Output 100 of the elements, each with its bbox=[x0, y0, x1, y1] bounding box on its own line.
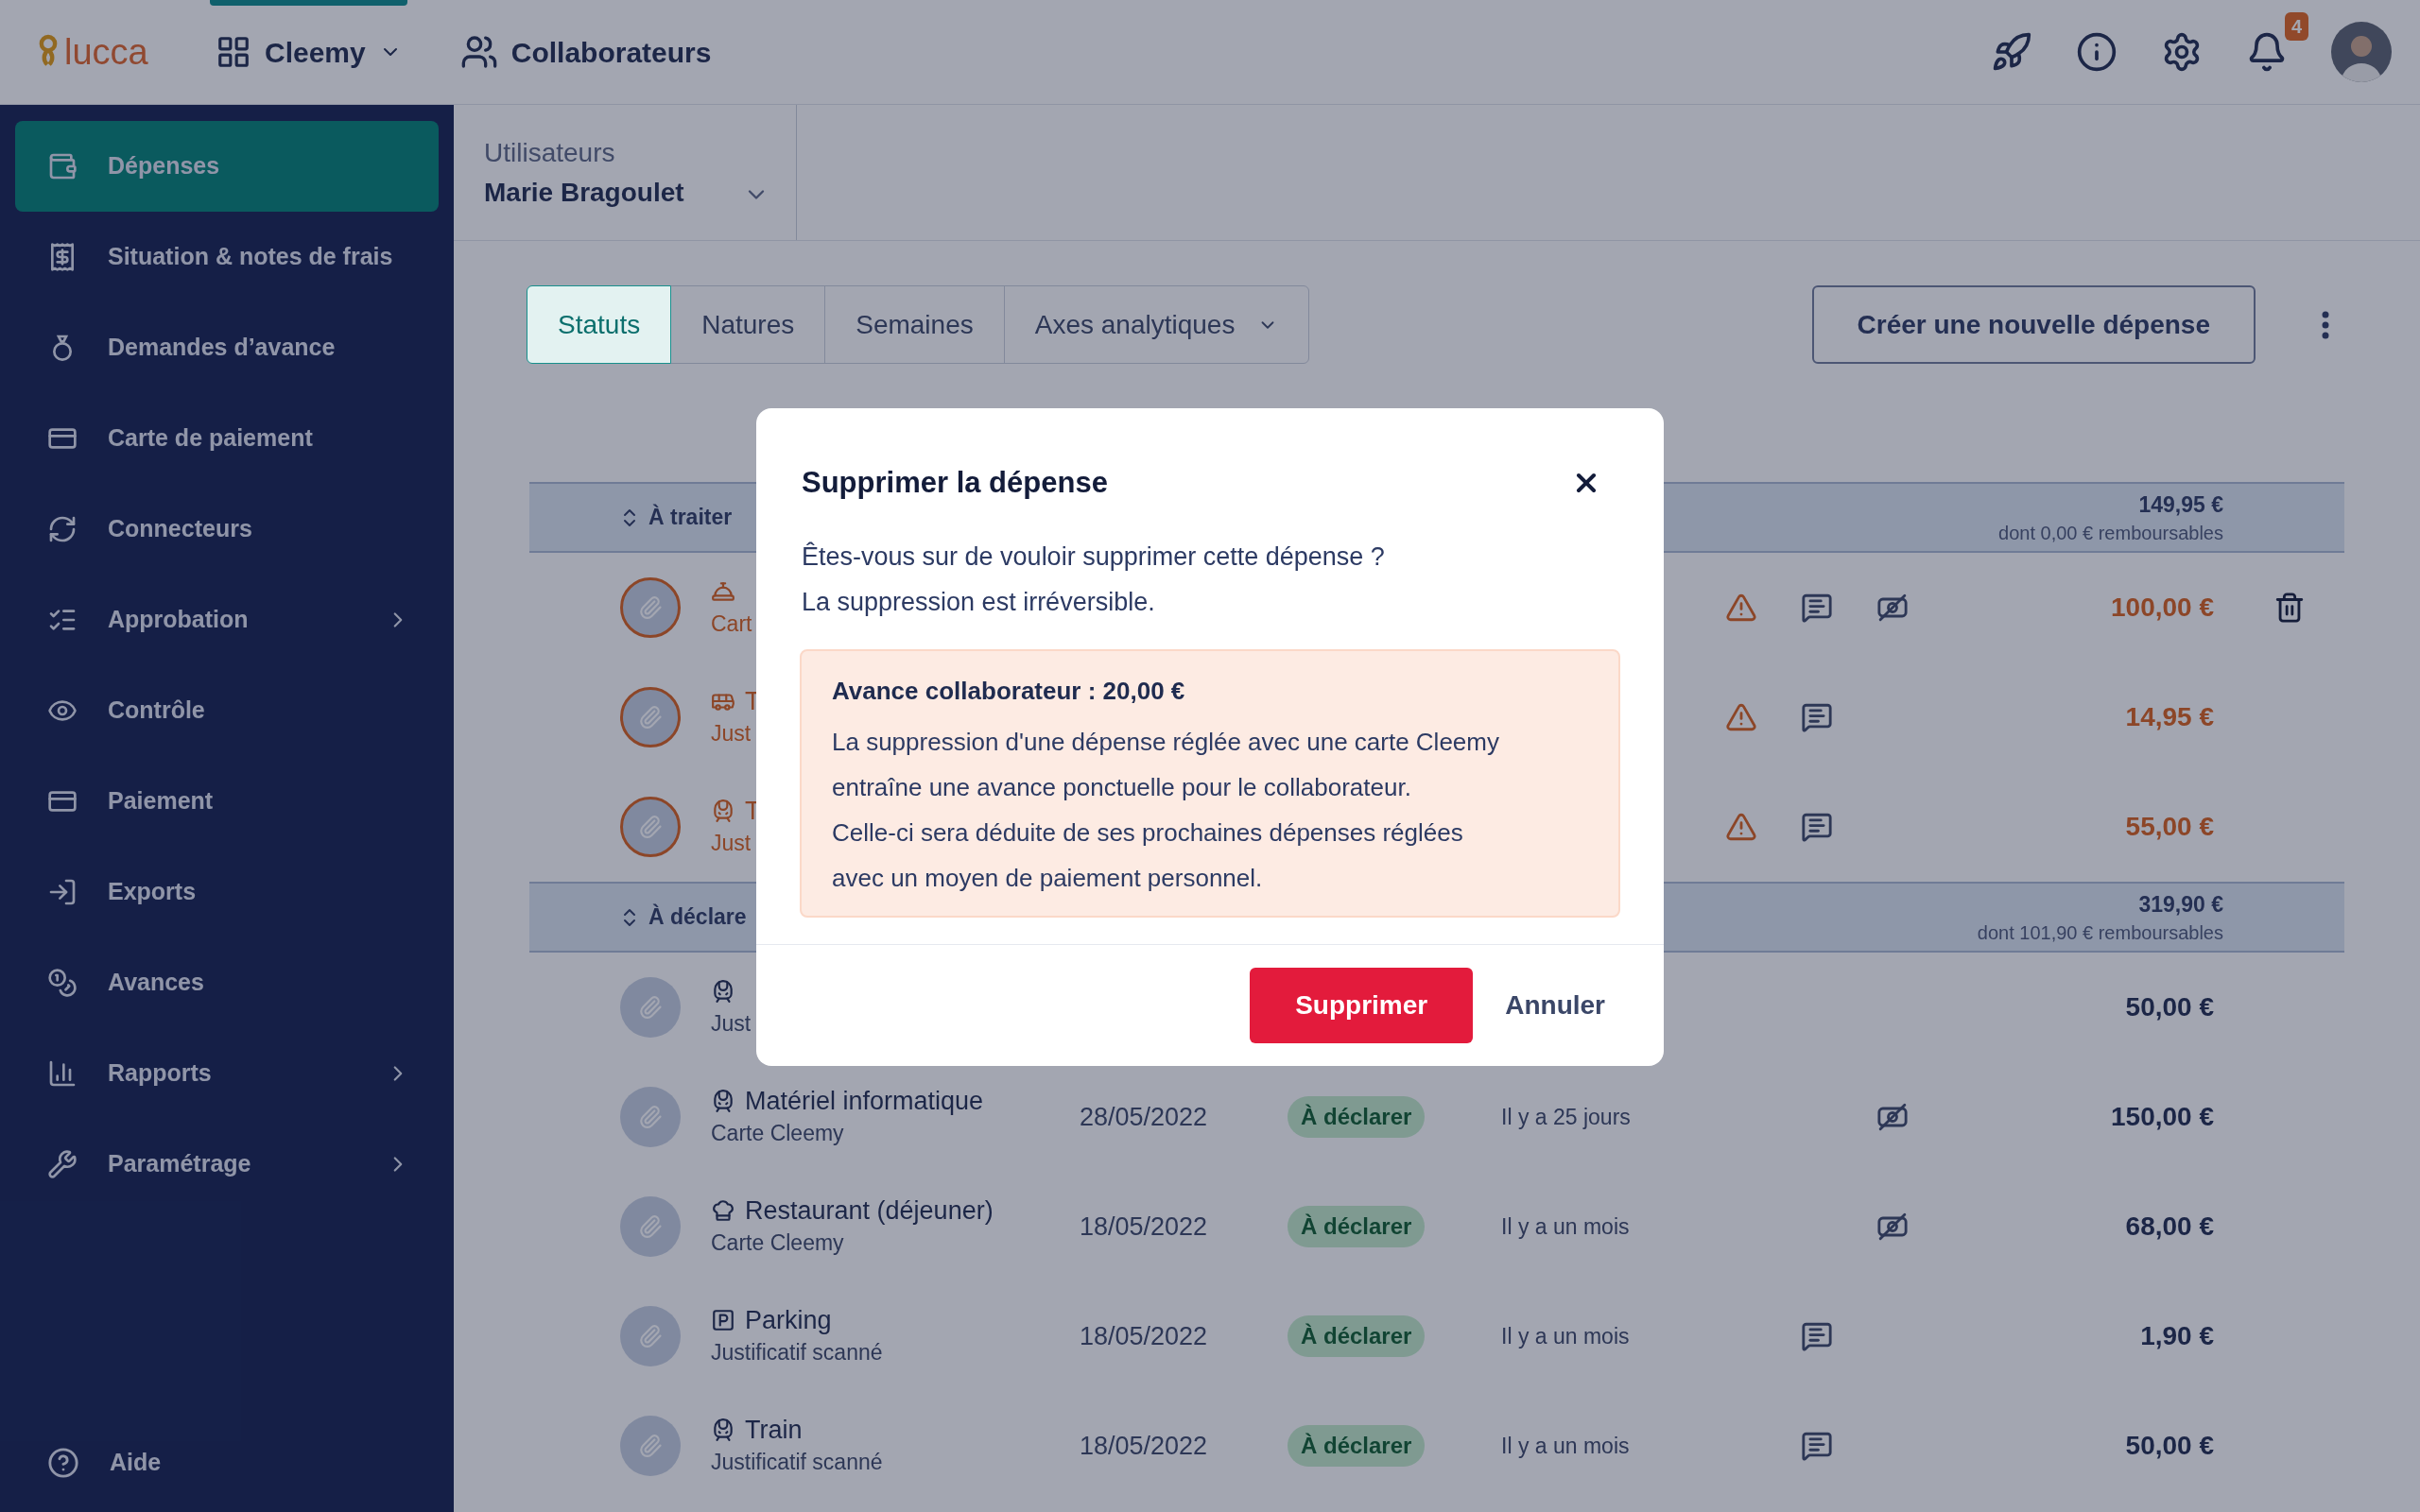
expense-source: Justificatif scanné bbox=[711, 1448, 883, 1476]
sidebar-item[interactable]: Demandes d’avance bbox=[15, 302, 439, 393]
create-expense-button[interactable]: Créer une nouvelle dépense bbox=[1811, 285, 2256, 364]
user-selector[interactable]: Utilisateurs Marie Bragoulet bbox=[454, 105, 797, 240]
expense-source: Carte Cleemy bbox=[711, 1119, 844, 1147]
train-icon bbox=[711, 1088, 735, 1113]
train-icon bbox=[711, 798, 735, 823]
dialog-message: La suppression est irréversible. bbox=[802, 586, 1156, 618]
paperclip-icon bbox=[638, 1105, 663, 1129]
expense-amount: 14,95 € bbox=[2125, 702, 2214, 731]
paperclip-icon bbox=[638, 595, 663, 620]
expense-age: Il y a un mois bbox=[1501, 1323, 1630, 1349]
sidebar-item[interactable]: Carte de paiement bbox=[15, 393, 439, 484]
filter-tab[interactable]: Axes analytiques bbox=[1003, 285, 1310, 364]
callout-text: avec un moyen de paiement personnel. bbox=[832, 862, 1264, 894]
sidebar-item[interactable]: Paiement bbox=[15, 756, 439, 847]
parking-icon bbox=[711, 1307, 735, 1332]
attachment-button[interactable] bbox=[620, 797, 681, 857]
dialog-message: Êtes-vous sur de vouloir supprimer cette dépense ? bbox=[802, 541, 1386, 573]
train-icon bbox=[711, 978, 735, 1004]
expense-title: Parking bbox=[745, 1304, 832, 1336]
attachment-button[interactable] bbox=[620, 577, 681, 638]
callout-title: Avance collaborateur : 20,00 € bbox=[832, 675, 1186, 707]
expense-source: Just bbox=[711, 1009, 752, 1038]
filter-tab[interactable]: Natures bbox=[670, 285, 826, 364]
paperclip-icon bbox=[638, 815, 663, 839]
expense-date: 18/05/2022 bbox=[1080, 1211, 1208, 1241]
app-menu[interactable]: Cleemy bbox=[210, 0, 407, 105]
expense-date: 18/05/2022 bbox=[1080, 1431, 1208, 1460]
expense-age: Il y a un mois bbox=[1501, 1213, 1630, 1239]
expense-source: Carte Cleemy bbox=[711, 1228, 844, 1257]
paperclip-icon bbox=[638, 705, 663, 730]
expense-amount: 1,90 € bbox=[2140, 1321, 2214, 1350]
group-title: À traiter bbox=[648, 503, 733, 532]
wrench-icon bbox=[47, 1149, 78, 1179]
dialog-title: Supprimer la dépense bbox=[802, 465, 1108, 501]
expense-source: Just bbox=[711, 719, 752, 747]
attachment-button[interactable] bbox=[620, 687, 681, 747]
expense-amount: 50,00 € bbox=[2125, 1431, 2214, 1460]
grid-icon bbox=[216, 34, 251, 70]
sidebar-item[interactable]: Avances bbox=[15, 937, 439, 1028]
callout-text: entraîne une avance ponctuelle pour le collaborateur. bbox=[832, 771, 1412, 803]
group-refundable: dont 0,00 € remboursables bbox=[1998, 521, 2223, 545]
group-refundable: dont 101,90 € remboursables bbox=[1977, 920, 2223, 945]
train-icon bbox=[711, 1417, 735, 1442]
expense-title: Train bbox=[745, 1414, 803, 1446]
wallet-icon bbox=[47, 151, 78, 181]
status-badge: À déclarer bbox=[1288, 1315, 1426, 1357]
expense-title: Restaurant (déjeuner) bbox=[745, 1194, 994, 1227]
cancel-button[interactable]: Annuler bbox=[1505, 967, 1605, 1043]
expense-date: 28/05/2022 bbox=[1080, 1102, 1208, 1131]
status-badge: À déclarer bbox=[1288, 1096, 1426, 1138]
delete-button[interactable]: Supprimer bbox=[1250, 967, 1474, 1043]
sidebar-item[interactable]: Situation & notes de frais bbox=[15, 212, 439, 302]
sidebar-item[interactable]: Contrôle bbox=[15, 665, 439, 756]
callout-text: Celle-ci sera déduite de ses prochaines dépenses réglées bbox=[832, 816, 1464, 849]
expense-amount: 100,00 € bbox=[2111, 593, 2214, 622]
users-icon bbox=[459, 33, 498, 71]
notification-badge: 4 bbox=[2284, 12, 2308, 41]
group-total: 149,95 € bbox=[2138, 490, 2223, 519]
expense-amount: 150,00 € bbox=[2111, 1102, 2214, 1131]
bar-chart-icon bbox=[47, 1058, 78, 1089]
expense-amount: 55,00 € bbox=[2125, 812, 2214, 841]
sidebar-item[interactable]: Approbation bbox=[15, 575, 439, 665]
sidebar-item[interactable]: Rapports bbox=[15, 1028, 439, 1119]
paperclip-icon bbox=[638, 1214, 663, 1239]
sidebar-item[interactable]: Connecteurs bbox=[15, 484, 439, 575]
export-icon bbox=[47, 877, 78, 907]
coins-icon bbox=[47, 968, 78, 998]
expense-amount: 68,00 € bbox=[2125, 1211, 2214, 1241]
chef-hat-icon bbox=[711, 1197, 735, 1223]
expense-source: Just bbox=[711, 829, 752, 857]
expense-age: Il y a 25 jours bbox=[1501, 1104, 1631, 1129]
sync-icon bbox=[47, 514, 78, 544]
expense-age: Il y a un mois bbox=[1501, 1433, 1630, 1458]
group-title: À déclare bbox=[648, 902, 747, 932]
expense-title: Matériel informatique bbox=[745, 1085, 984, 1117]
paperclip-icon bbox=[638, 1434, 663, 1458]
info-icon[interactable] bbox=[2076, 31, 2118, 73]
expense-date: 18/05/2022 bbox=[1080, 1321, 1208, 1350]
rocket-icon[interactable] bbox=[1991, 31, 2032, 73]
logo-text: lucca bbox=[64, 30, 148, 74]
expense-amount: 50,00 € bbox=[2125, 992, 2214, 1022]
sidebar-item[interactable]: Exports bbox=[15, 847, 439, 937]
expense-source: Justificatif scanné bbox=[711, 1338, 883, 1366]
filter-tab[interactable]: Statuts bbox=[527, 285, 672, 364]
status-badge: À déclarer bbox=[1288, 1206, 1426, 1247]
paperclip-icon bbox=[638, 995, 663, 1020]
filter-tab[interactable]: Semaines bbox=[824, 285, 1005, 364]
paperclip-icon bbox=[638, 1324, 663, 1349]
collaborators-link[interactable]: Collaborateurs bbox=[459, 30, 712, 74]
help-link[interactable]: Aide bbox=[15, 1425, 439, 1501]
callout-text: La suppression d'une dépense réglée avec une carte Cleemy bbox=[832, 726, 1500, 758]
expense-source: Cart bbox=[711, 610, 752, 638]
kebab-icon bbox=[2322, 310, 2329, 339]
sidebar-item[interactable]: Paramétrage bbox=[15, 1119, 439, 1210]
group-total: 319,90 € bbox=[2138, 890, 2223, 919]
trash-icon bbox=[2273, 591, 2306, 625]
help-icon bbox=[47, 1447, 79, 1479]
status-badge: À déclarer bbox=[1288, 1425, 1426, 1467]
